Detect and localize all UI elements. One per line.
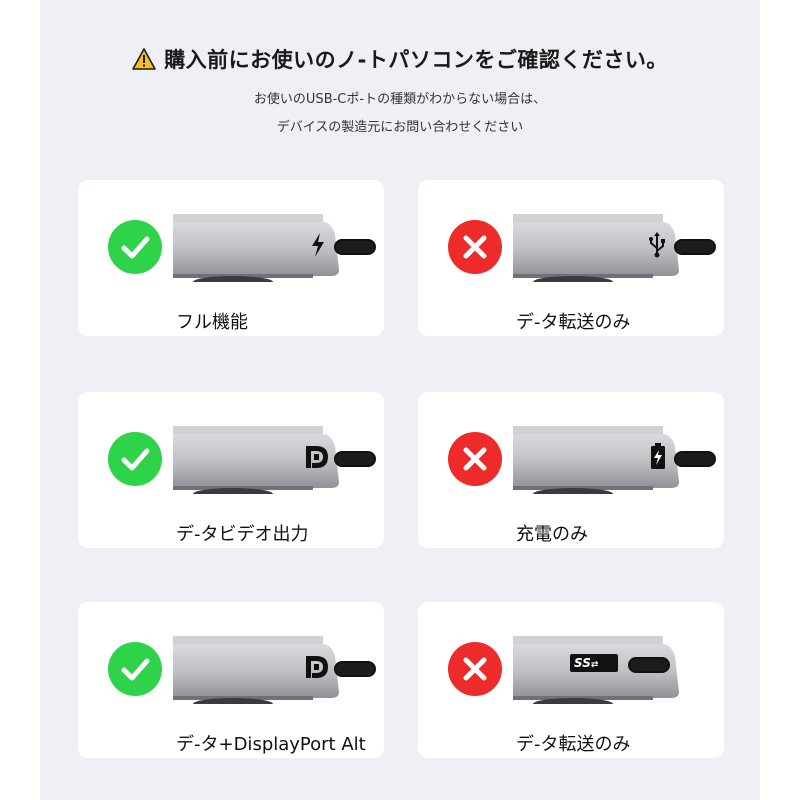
subtitle-line-1: お使いのUSB-Cポ-トの種類がわからない場合は、 (253, 92, 547, 107)
laptop-port-image (513, 636, 679, 704)
superspeed-usb-icon: SS⇄ (570, 654, 618, 672)
card-label: デ-タ+DisplayPort Alt (176, 734, 366, 755)
usb-c-port (674, 239, 716, 255)
usb-icon (649, 232, 665, 258)
displayport-icon (306, 446, 328, 468)
port-card-charge-only: 充電のみ (418, 392, 724, 548)
port-card-full-function: フル機能 (78, 180, 384, 336)
usb-c-port (334, 239, 376, 255)
card-label: 充電のみ (516, 524, 588, 545)
battery-charge-icon (651, 443, 665, 469)
usb-c-port (334, 451, 376, 467)
port-card-data-video: デ-タビデオ出力 (78, 392, 384, 548)
cross-icon (448, 642, 502, 696)
card-label: フル機能 (176, 312, 248, 333)
cross-icon (448, 220, 502, 274)
port-card-data-only: デ-タ転送のみ (418, 180, 724, 336)
card-label: デ-タ転送のみ (516, 734, 631, 755)
check-icon (108, 220, 162, 274)
page-title: 購入前にお使いのノ-トパソコンをご確認ください。 (164, 48, 668, 72)
usb-c-port (334, 661, 376, 677)
usb-c-port (674, 451, 716, 467)
header: 購入前にお使いのノ-トパソコンをご確認ください。 (40, 44, 760, 74)
subtitle-line-2: デバイスの製造元にお問い合わせください (276, 120, 524, 135)
check-icon (108, 642, 162, 696)
check-icon (108, 432, 162, 486)
displayport-icon (306, 656, 328, 678)
port-card-data-displayport: デ-タ+DisplayPort Alt (78, 602, 384, 758)
usb-c-port (628, 657, 670, 673)
warning-icon (132, 48, 156, 70)
info-panel: 購入前にお使いのノ-トパソコンをご確認ください。 お使いのUSB-Cポ-トの種類… (40, 0, 760, 800)
card-label: デ-タ転送のみ (516, 312, 631, 333)
thunderbolt-icon (312, 233, 324, 257)
cross-icon (448, 432, 502, 486)
card-label: デ-タビデオ出力 (176, 524, 309, 545)
port-card-data-only-ss: SS⇄ デ-タ転送のみ (418, 602, 724, 758)
